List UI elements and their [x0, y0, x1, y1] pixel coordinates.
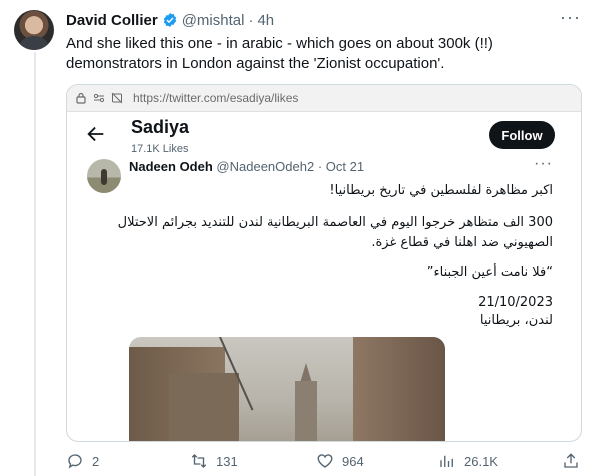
inner-text-line3: الصهيوني ضد اهلنا في قطاع غزة.	[371, 235, 553, 250]
profile-likes-count: 17.1K Likes	[131, 143, 189, 155]
inner-avatar	[87, 159, 121, 193]
inner-author-name: Nadeen Odeh	[129, 159, 213, 174]
inner-separator: ·	[317, 159, 323, 174]
share-icon	[564, 453, 578, 468]
tweet-text: And she liked this one - in arabic - whi…	[66, 35, 493, 72]
reply-count: 2	[92, 453, 100, 469]
inner-text-location: لندن، بريطانيا	[479, 313, 553, 328]
action-bar: 2 131 964 26.1K	[66, 452, 596, 472]
inner-text-line4: “فلا نامت أعين الجبناء”	[426, 265, 553, 280]
back-arrow-icon	[87, 126, 104, 142]
retweet-count: 131	[216, 453, 238, 469]
retweet-icon	[191, 454, 207, 468]
profile-name: Sadiya	[131, 117, 190, 137]
share-action[interactable]	[562, 452, 580, 470]
views-icon	[440, 455, 453, 467]
like-action[interactable]: 964	[316, 452, 364, 470]
inner-author-handle: @NadeenOdeh2	[216, 159, 315, 174]
inner-text-date: 21/10/2023	[478, 295, 553, 310]
reply-action[interactable]: 2	[66, 452, 99, 470]
tracking-blocked-icon	[111, 92, 123, 104]
views-count: 26.1K	[464, 453, 498, 469]
inner-tweet-date: Oct 21	[325, 159, 365, 174]
like-count: 964	[342, 453, 364, 469]
tweet-time[interactable]: 4h	[257, 12, 274, 29]
lock-icon	[76, 92, 86, 104]
tweet-header: David Collier @mishtal · 4h	[66, 10, 274, 30]
inner-text-line1: اكبر مظاهرة لفلسطين في تاريخ بريطانيا!	[329, 183, 553, 198]
browser-url-bar: https://twitter.com/esadiya/likes	[67, 85, 581, 112]
london-street-photo	[129, 337, 445, 441]
inner-more-options-icon: ···	[534, 155, 553, 172]
author-handle[interactable]: @mishtal	[182, 12, 245, 29]
site-settings-icon	[93, 93, 105, 103]
separator: ·	[248, 11, 254, 29]
thread-line	[34, 52, 36, 476]
heart-icon	[317, 454, 333, 468]
author-name[interactable]: David Collier	[66, 12, 158, 29]
retweet-action[interactable]: 131	[190, 452, 238, 470]
verified-badge-icon	[163, 13, 176, 27]
avatar[interactable]	[14, 10, 54, 50]
profile-header: Sadiya 17.1K Likes Follow	[67, 111, 581, 163]
inner-text-line2: 300 الف متظاهر خرجوا اليوم في العاصمة ال…	[117, 215, 553, 230]
inner-tweet-header: Nadeen Odeh @NadeenOdeh2 · Oct 21	[129, 159, 364, 174]
url-text: https://twitter.com/esadiya/likes	[133, 91, 299, 105]
embedded-screenshot[interactable]: https://twitter.com/esadiya/likes Sadiya…	[66, 84, 582, 442]
more-options-icon[interactable]: ···	[560, 8, 580, 30]
reply-icon	[68, 454, 82, 469]
follow-button: Follow	[489, 121, 555, 149]
views-action[interactable]: 26.1K	[438, 452, 498, 470]
